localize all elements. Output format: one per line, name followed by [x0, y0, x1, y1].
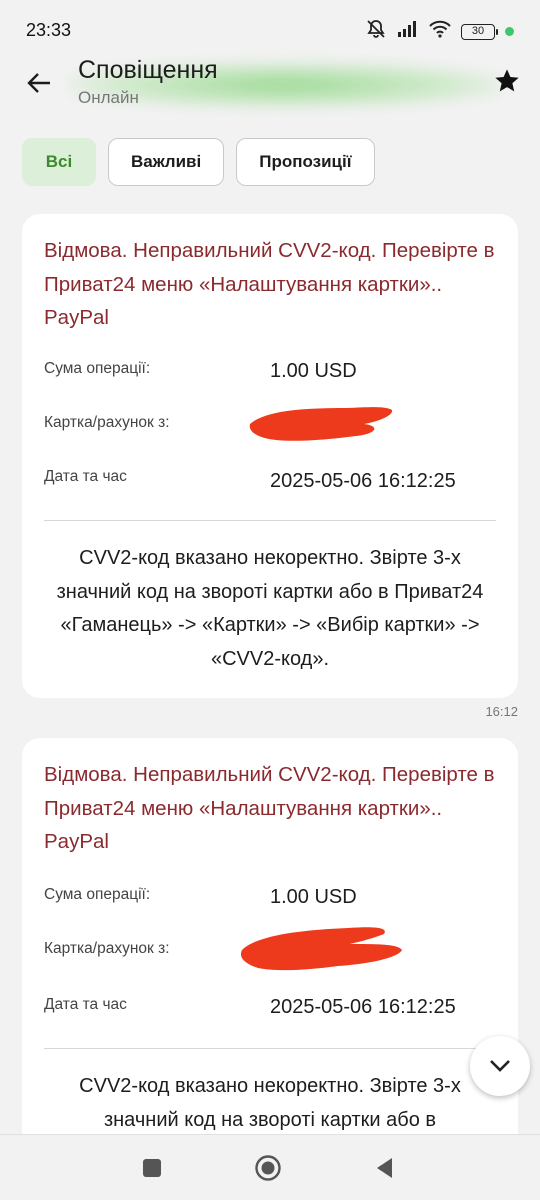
date-label: Дата та час	[44, 468, 127, 485]
card-label: Картка/рахунок з:	[44, 414, 170, 431]
chevron-down-icon	[490, 1060, 510, 1072]
favorite-button[interactable]	[490, 64, 524, 98]
amount-value: 1.00 USD	[270, 360, 357, 382]
amount-label: Сума операції:	[44, 886, 151, 903]
date-label: Дата та час	[44, 996, 127, 1013]
amount-value: 1.00 USD	[270, 886, 357, 908]
signal-icon	[397, 20, 419, 43]
app-bar: Сповіщення Онлайн	[0, 56, 540, 130]
square-icon	[143, 1159, 161, 1177]
message-time: 16:12	[485, 704, 518, 719]
home-button[interactable]	[253, 1153, 283, 1183]
star-icon	[495, 69, 519, 92]
wifi-icon	[429, 20, 451, 43]
page-subtitle: Онлайн	[78, 88, 139, 107]
back-arrow-icon	[27, 73, 50, 93]
back-button[interactable]	[22, 66, 56, 100]
card-divider	[44, 520, 496, 521]
card-divider	[44, 1048, 496, 1049]
triangle-back-icon	[377, 1158, 392, 1178]
status-bar: 23:33 30	[0, 0, 540, 60]
system-nav-bar	[0, 1134, 540, 1200]
redacted-card-number	[240, 927, 402, 971]
notification-title: Відмова. Неправильний CVV2-код. Перевірт…	[44, 763, 495, 853]
date-value: 2025-05-06 16:12:25	[270, 996, 456, 1018]
status-time: 23:33	[26, 20, 72, 40]
notification-body: CVV2-код вказано некоректно. Звірте 3-х …	[56, 547, 484, 670]
battery-icon: 30	[461, 23, 498, 40]
filter-offers[interactable]: Пропозиції	[236, 138, 375, 186]
filter-chips: Всі Важливі Пропозиції	[22, 138, 375, 186]
status-dot	[505, 27, 514, 36]
mute-icon	[365, 18, 387, 45]
notification-title: Відмова. Неправильний CVV2-код. Перевірт…	[44, 239, 495, 329]
notification-body: CVV2-код вказано некоректно. Звірте 3-х …	[79, 1075, 461, 1131]
filter-important[interactable]: Важливі	[108, 138, 225, 186]
amount-label: Сума операції:	[44, 360, 151, 377]
redacted-card-number	[249, 407, 393, 441]
back-nav-button[interactable]	[370, 1153, 400, 1183]
status-icons: 30	[365, 18, 514, 45]
recents-button[interactable]	[137, 1153, 167, 1183]
page-title: Сповіщення	[78, 56, 218, 84]
card-label: Картка/рахунок з:	[44, 940, 170, 957]
date-value: 2025-05-06 16:12:25	[270, 470, 456, 492]
circle-icon	[255, 1155, 281, 1181]
notification-card[interactable]: Відмова. Неправильний CVV2-код. Перевірт…	[22, 214, 518, 698]
filter-all[interactable]: Всі	[22, 138, 96, 186]
scroll-down-button[interactable]	[470, 1036, 530, 1096]
notification-card[interactable]: Відмова. Неправильний CVV2-код. Перевірт…	[22, 738, 518, 1158]
